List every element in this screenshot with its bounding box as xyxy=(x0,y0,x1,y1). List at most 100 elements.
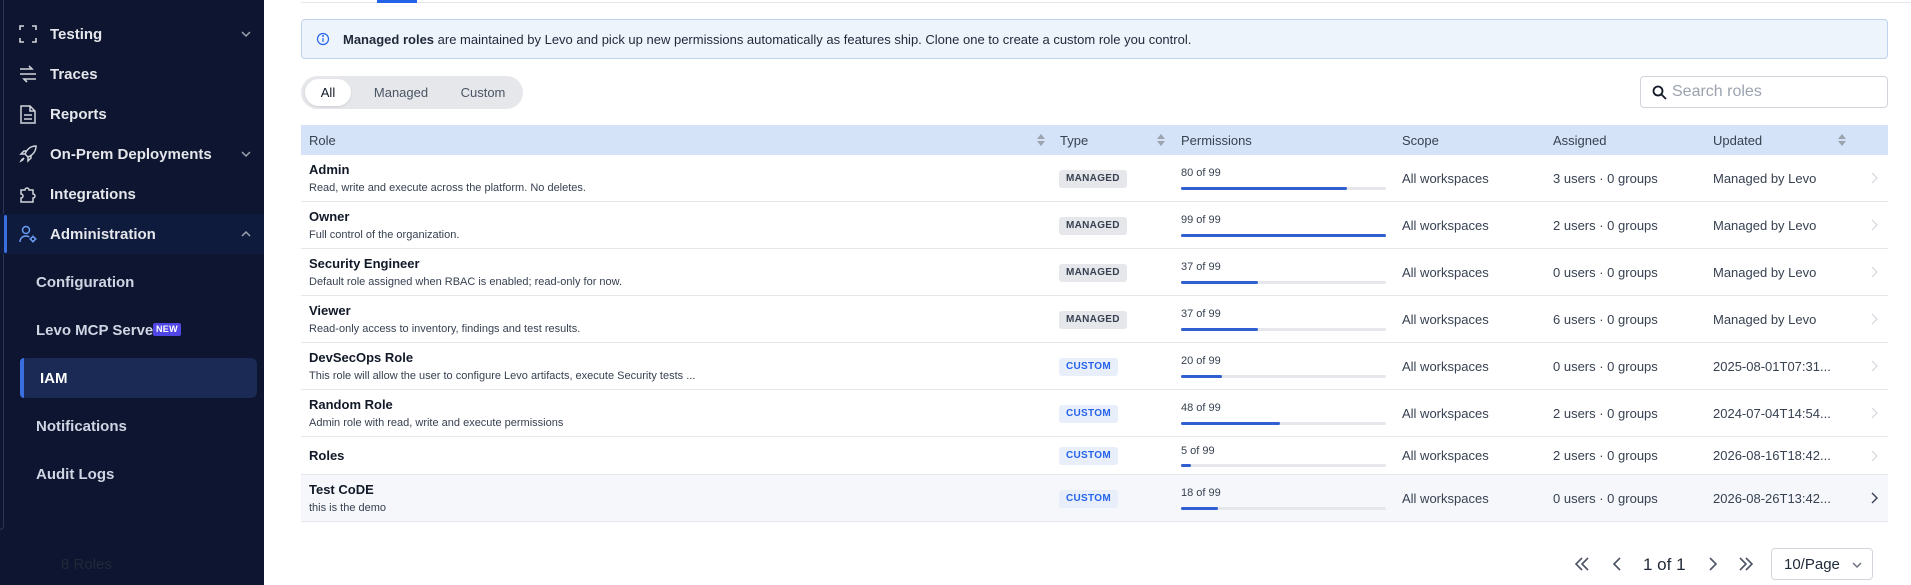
filter-managed-button[interactable]: Managed xyxy=(357,79,445,106)
chevrons-right-icon xyxy=(1739,557,1754,571)
next-page-button[interactable] xyxy=(1702,553,1724,575)
sort-icon[interactable] xyxy=(1837,133,1847,147)
filter-all-button[interactable]: All xyxy=(305,79,351,106)
updated-cell: 2025-08-01T07:31... xyxy=(1713,359,1831,374)
sidebar-subitem-label: IAM xyxy=(40,369,68,387)
scope-cell: All workspaces xyxy=(1402,359,1489,374)
info-banner: Managed roles are maintained by Levo and… xyxy=(301,19,1888,59)
type-badge: MANAGED xyxy=(1059,170,1127,188)
sidebar-item-label: Integrations xyxy=(50,185,136,203)
sidebar-item-on-prem[interactable]: On-Prem Deployments xyxy=(0,134,264,174)
updated-cell: Managed by Levo xyxy=(1713,171,1817,186)
new-badge: NEW xyxy=(153,323,181,336)
permission-bar-fill xyxy=(1181,464,1192,467)
header-updated[interactable]: Updated xyxy=(1713,133,1762,148)
permission-count: 99 of 99 xyxy=(1181,214,1221,226)
sidebar-item-integrations[interactable]: Integrations xyxy=(0,174,264,214)
header-role[interactable]: Role xyxy=(309,133,336,148)
updated-cell: Managed by Levo xyxy=(1713,265,1817,280)
chevron-down-icon xyxy=(1852,562,1862,569)
header-permissions: Permissions xyxy=(1181,133,1252,148)
first-page-button[interactable] xyxy=(1571,553,1593,575)
permission-bar-fill xyxy=(1181,375,1223,378)
chevron-right-icon xyxy=(1709,557,1718,571)
assigned-cell: 2 users · 0 groups xyxy=(1553,406,1658,421)
updated-cell: Managed by Levo xyxy=(1713,218,1817,233)
permission-bar xyxy=(1181,464,1386,467)
table-row[interactable]: Random Role Admin role with read, write … xyxy=(301,390,1888,437)
permission-bar-fill xyxy=(1181,187,1347,190)
scope-cell: All workspaces xyxy=(1402,491,1489,506)
active-indicator xyxy=(4,215,7,253)
chevron-right-icon xyxy=(1871,407,1878,419)
sidebar-item-reports[interactable]: Reports xyxy=(0,94,264,134)
last-page-button[interactable] xyxy=(1735,553,1757,575)
assigned-cell: 0 users · 0 groups xyxy=(1553,491,1658,506)
permission-count: 48 of 99 xyxy=(1181,402,1221,414)
sidebar-item-traces[interactable]: Traces xyxy=(0,54,264,94)
active-tab-underline xyxy=(377,0,417,3)
permission-bar-fill xyxy=(1181,281,1258,284)
role-name: Test CoDE xyxy=(309,482,374,497)
banner-text: Managed roles are maintained by Levo and… xyxy=(343,32,1191,47)
table-header: Role Type Permissions Scope Assigned Upd… xyxy=(301,125,1888,155)
sidebar-item-label: Reports xyxy=(50,105,107,123)
updated-cell: 2024-07-04T14:54... xyxy=(1713,406,1831,421)
table-row[interactable]: Test CoDE this is the demo CUSTOM 18 of … xyxy=(301,475,1888,522)
assigned-cell: 0 users · 0 groups xyxy=(1553,265,1658,280)
user-gear-icon xyxy=(18,224,38,244)
sidebar-subitem-configuration[interactable]: Configuration xyxy=(0,262,264,302)
tab-divider xyxy=(301,2,1911,3)
rocket-icon xyxy=(18,144,38,164)
role-name: DevSecOps Role xyxy=(309,350,414,365)
header-type[interactable]: Type xyxy=(1060,133,1088,148)
assigned-cell: 2 users · 0 groups xyxy=(1553,218,1658,233)
permission-count: 80 of 99 xyxy=(1181,167,1221,179)
type-badge: MANAGED xyxy=(1059,264,1127,282)
search-input[interactable] xyxy=(1672,81,1872,103)
role-name: Random Role xyxy=(309,397,393,412)
sidebar-subitem-audit-logs[interactable]: Audit Logs xyxy=(0,454,264,494)
sidebar-subitem-levo-mcp-server[interactable]: Levo MCP Server NEW xyxy=(0,310,264,350)
roles-count: 8 Roles xyxy=(61,556,112,573)
filter-custom-button[interactable]: Custom xyxy=(447,79,519,106)
role-name: Owner xyxy=(309,209,350,224)
table-row[interactable]: Viewer Read-only access to inventory, fi… xyxy=(301,296,1888,343)
page-size-select[interactable]: 10/Page xyxy=(1771,548,1873,580)
role-description: Read-only access to inventory, findings … xyxy=(309,323,581,335)
role-name: Admin xyxy=(309,162,350,177)
sidebar-item-testing[interactable]: Testing xyxy=(0,14,264,54)
roles-table: Role Type Permissions Scope Assigned Upd… xyxy=(301,125,1888,522)
table-row[interactable]: Security Engineer Default role assigned … xyxy=(301,249,1888,296)
sort-icon[interactable] xyxy=(1036,133,1046,147)
permission-bar xyxy=(1181,422,1386,425)
permission-bar-fill xyxy=(1181,507,1219,510)
banner-bold: Managed roles xyxy=(343,32,435,47)
chevron-right-icon xyxy=(1871,313,1878,325)
traces-icon xyxy=(18,64,38,84)
scope-cell: All workspaces xyxy=(1402,406,1489,421)
role-name: Roles xyxy=(309,448,345,463)
table-row[interactable]: DevSecOps Role This role will allow the … xyxy=(301,343,1888,390)
type-badge: CUSTOM xyxy=(1059,405,1118,423)
type-badge: CUSTOM xyxy=(1059,447,1118,465)
prev-page-button[interactable] xyxy=(1606,553,1628,575)
chevron-right-icon xyxy=(1871,172,1878,184)
sort-icon[interactable] xyxy=(1156,133,1166,147)
scope-cell: All workspaces xyxy=(1402,312,1489,327)
permission-bar xyxy=(1181,328,1386,331)
sidebar-subitem-label: Levo MCP Server xyxy=(36,321,160,339)
sidebar-subitem-label: Notifications xyxy=(36,417,127,435)
table-row[interactable]: Admin Read, write and execute across the… xyxy=(301,155,1888,202)
sidebar-subitem-iam[interactable]: IAM xyxy=(20,358,257,398)
chevron-left-icon xyxy=(1612,557,1621,571)
table-row[interactable]: Owner Full control of the organization. … xyxy=(301,202,1888,249)
sidebar-item-administration[interactable]: Administration xyxy=(0,214,264,254)
table-row[interactable]: Roles CUSTOM 5 of 99 All workspaces 2 us… xyxy=(301,437,1888,475)
sidebar-subitem-notifications[interactable]: Notifications xyxy=(0,406,264,446)
sidebar: Testing Traces Reports On-Prem Deploymen… xyxy=(0,0,264,585)
banner-rest: are maintained by Levo and pick up new p… xyxy=(434,32,1192,47)
assigned-cell: 3 users · 0 groups xyxy=(1553,171,1658,186)
chevron-right-icon xyxy=(1871,360,1878,372)
permission-bar-fill xyxy=(1181,234,1386,237)
